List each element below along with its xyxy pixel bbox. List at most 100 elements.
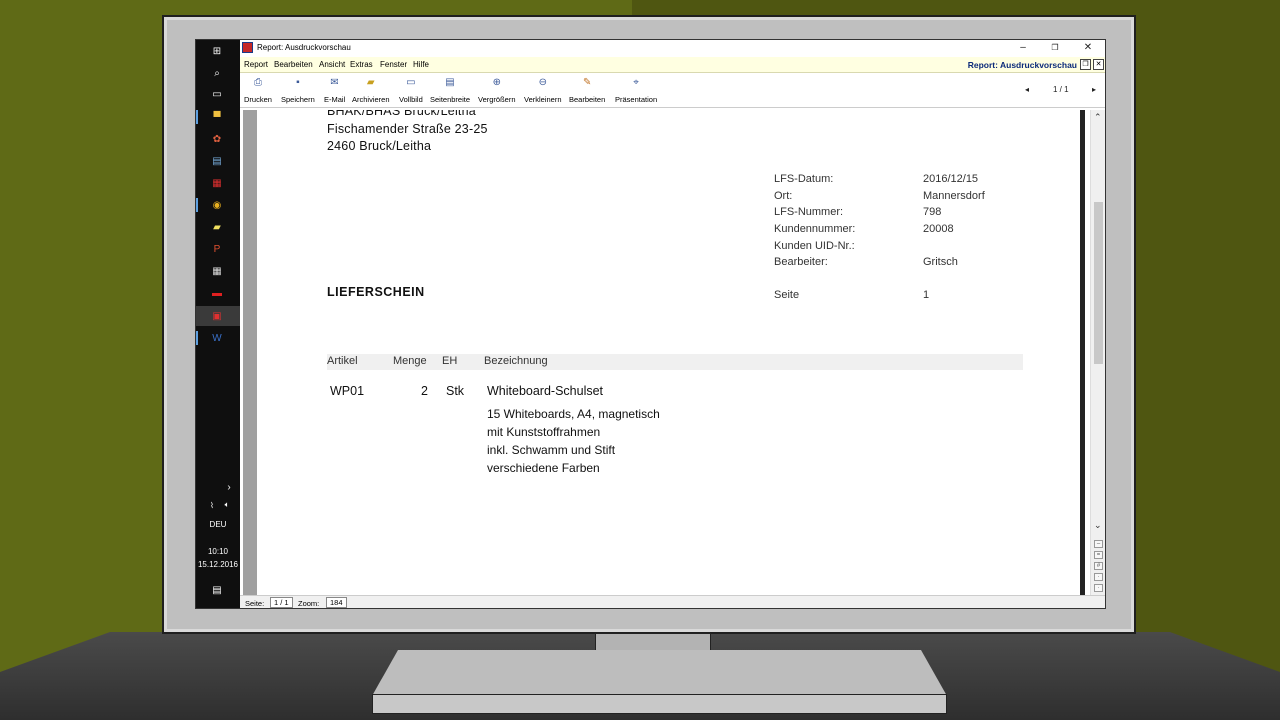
toolbar: ⎙ Drucken ▪ Speichern ✉ E-Mail ▰ Archivi… bbox=[240, 74, 1105, 108]
menu-hilfe[interactable]: Hilfe bbox=[413, 60, 429, 69]
clock-time[interactable]: 10:10 bbox=[196, 547, 240, 556]
monitor-base bbox=[372, 650, 947, 696]
status-zoom-label: Zoom: bbox=[298, 599, 320, 608]
zoom-out-button[interactable]: ⊖ Verkleinern bbox=[524, 77, 562, 104]
window-title: Report: Ausdruckvorschau bbox=[257, 43, 351, 52]
chevron-right-icon[interactable]: › bbox=[222, 480, 236, 494]
meta-value: 798 bbox=[923, 206, 942, 218]
zoom-in-button[interactable]: ⊕ Vergrößern bbox=[478, 77, 516, 104]
view-mode-icon[interactable]: = bbox=[1094, 551, 1103, 559]
address-line-2: Fischamender Straße 23-25 bbox=[327, 122, 488, 136]
word-icon[interactable]: W bbox=[210, 331, 224, 345]
chrome-icon[interactable]: ◉ bbox=[210, 198, 224, 212]
app-red-icon[interactable]: ▦ bbox=[210, 176, 224, 190]
meta-value: Mannersdorf bbox=[923, 190, 985, 202]
view-mode-icon[interactable]: · bbox=[1094, 573, 1103, 581]
address-line-1: BHAK/BHAS Bruck/Leitha bbox=[327, 110, 476, 118]
view-mode-icon[interactable]: · bbox=[1094, 584, 1103, 592]
edit-button[interactable]: ✎ Bearbeiten bbox=[569, 77, 605, 104]
monitor-base-edge bbox=[372, 694, 947, 714]
column-header-menge: Menge bbox=[393, 355, 427, 367]
menu-fenster[interactable]: Fenster bbox=[380, 60, 407, 69]
fullscreen-icon: ▭ bbox=[406, 77, 416, 88]
next-page-icon[interactable]: ▸ bbox=[1092, 85, 1096, 94]
app-bmd-icon[interactable]: ▬ bbox=[210, 286, 224, 300]
page-shadow bbox=[243, 110, 257, 595]
report-app-icon[interactable]: ▣ bbox=[210, 309, 224, 323]
scroll-up-icon[interactable]: ⌃ bbox=[1094, 112, 1102, 123]
minimize-button[interactable]: – bbox=[1008, 41, 1038, 55]
close-button[interactable]: ✕ bbox=[1073, 41, 1103, 55]
title-bar: Report: Ausdruckvorschau – ❐ ✕ bbox=[240, 40, 1105, 57]
document-page: BHAK/BHAS Bruck/Leitha Fischamender Stra… bbox=[257, 110, 1080, 595]
document-title: LIEFERSCHEIN bbox=[327, 285, 425, 299]
language-indicator[interactable]: DEU bbox=[196, 520, 240, 529]
item-description-line: mit Kunststoffrahmen bbox=[487, 425, 601, 439]
clock-date[interactable]: 15.12.2016 bbox=[196, 560, 240, 569]
column-header-artikel: Artikel bbox=[327, 355, 358, 367]
document-close-icon[interactable]: ✕ bbox=[1093, 59, 1104, 70]
item-menge: 2 bbox=[421, 384, 428, 398]
meta-label: LFS-Datum: bbox=[774, 173, 834, 185]
notification-icon[interactable]: ▤ bbox=[210, 583, 224, 597]
print-button[interactable]: ⎙ Drucken bbox=[244, 77, 272, 104]
save-button[interactable]: ▪ Speichern bbox=[281, 77, 315, 104]
menu-bearbeiten[interactable]: Bearbeiten bbox=[274, 60, 313, 69]
item-description-line: 15 Whiteboards, A4, magnetisch bbox=[487, 407, 660, 421]
item-description-line: inkl. Schwamm und Stift bbox=[487, 443, 616, 457]
page-number-label: Seite bbox=[774, 289, 800, 301]
presentation-icon: ⌖ bbox=[633, 77, 639, 88]
document-restore-icon[interactable]: ❐ bbox=[1080, 59, 1091, 70]
prev-page-icon[interactable]: ◂ bbox=[1025, 85, 1029, 94]
sticky-notes-icon[interactable]: ▰ bbox=[210, 220, 224, 234]
taskbar-indicator bbox=[196, 110, 198, 124]
restore-button[interactable]: ❐ bbox=[1040, 41, 1070, 55]
item-bezeichnung: Whiteboard-Schulset bbox=[487, 384, 604, 398]
archive-button[interactable]: ▰ Archivieren bbox=[352, 77, 390, 104]
email-button[interactable]: ✉ E-Mail bbox=[324, 77, 345, 104]
file-explorer-icon[interactable]: ▀ bbox=[210, 110, 224, 124]
presentation-button[interactable]: ⌖ Präsentation bbox=[615, 77, 657, 104]
task-view-icon[interactable]: ▭ bbox=[210, 87, 224, 101]
scroll-down-icon[interactable]: ⌄ bbox=[1094, 520, 1102, 531]
page-edge bbox=[1080, 110, 1085, 595]
item-description-line: verschiedene Farben bbox=[487, 461, 600, 475]
menu-extras[interactable]: Extras bbox=[350, 60, 373, 69]
menu-report[interactable]: Report bbox=[244, 60, 268, 69]
calculator-icon[interactable]: ▦ bbox=[210, 264, 224, 278]
windows-start-icon[interactable]: ⊞ bbox=[210, 44, 224, 58]
wifi-icon[interactable]: ⌇ bbox=[205, 498, 219, 512]
column-header-bezeichnung: Bezeichnung bbox=[484, 355, 548, 367]
status-bar: Seite: 1 / 1 Zoom: 184 bbox=[240, 595, 1105, 608]
page-width-button[interactable]: ▤ Seitenbreite bbox=[430, 77, 470, 104]
fullscreen-button[interactable]: ▭ Vollbild bbox=[399, 77, 423, 104]
meta-label: Kundennummer: bbox=[774, 223, 856, 235]
volume-icon[interactable]: 🔈︎ bbox=[220, 498, 234, 512]
meta-value: 20008 bbox=[923, 223, 954, 235]
vertical-scrollbar[interactable]: ⌃ ⌄ – = # · · bbox=[1090, 110, 1105, 595]
printer-icon: ⎙ bbox=[253, 77, 262, 88]
search-icon[interactable]: ⌕ bbox=[210, 66, 224, 80]
powerpoint-icon[interactable]: P bbox=[210, 242, 224, 256]
document-window-title: Report: Ausdruckvorschau bbox=[967, 60, 1077, 70]
item-artikel: WP01 bbox=[330, 384, 365, 398]
paint-icon[interactable]: ✿ bbox=[210, 132, 224, 146]
page-indicator: 1 / 1 bbox=[1053, 85, 1069, 94]
meta-label: Kunden UID-Nr.: bbox=[774, 240, 855, 252]
meta-label: Ort: bbox=[774, 190, 793, 202]
network-icon[interactable]: ▤ bbox=[210, 154, 224, 168]
menu-bar: Report Bearbeiten Ansicht Extras Fenster… bbox=[240, 57, 1105, 73]
meta-label: LFS-Nummer: bbox=[774, 206, 844, 218]
app-logo-icon bbox=[242, 42, 253, 53]
menu-ansicht[interactable]: Ansicht bbox=[319, 60, 345, 69]
scroll-thumb[interactable] bbox=[1094, 202, 1103, 364]
status-page-label: Seite: bbox=[245, 599, 265, 608]
status-page-value[interactable]: 1 / 1 bbox=[270, 597, 293, 608]
view-mode-icon[interactable]: – bbox=[1094, 540, 1103, 548]
meta-label: Bearbeiter: bbox=[774, 256, 828, 268]
meta-value: 2016/12/15 bbox=[923, 173, 979, 185]
view-mode-icon[interactable]: # bbox=[1094, 562, 1103, 570]
archive-icon: ▰ bbox=[366, 77, 375, 88]
floppy-icon: ▪ bbox=[296, 77, 300, 88]
status-zoom-value[interactable]: 184 bbox=[326, 597, 347, 608]
